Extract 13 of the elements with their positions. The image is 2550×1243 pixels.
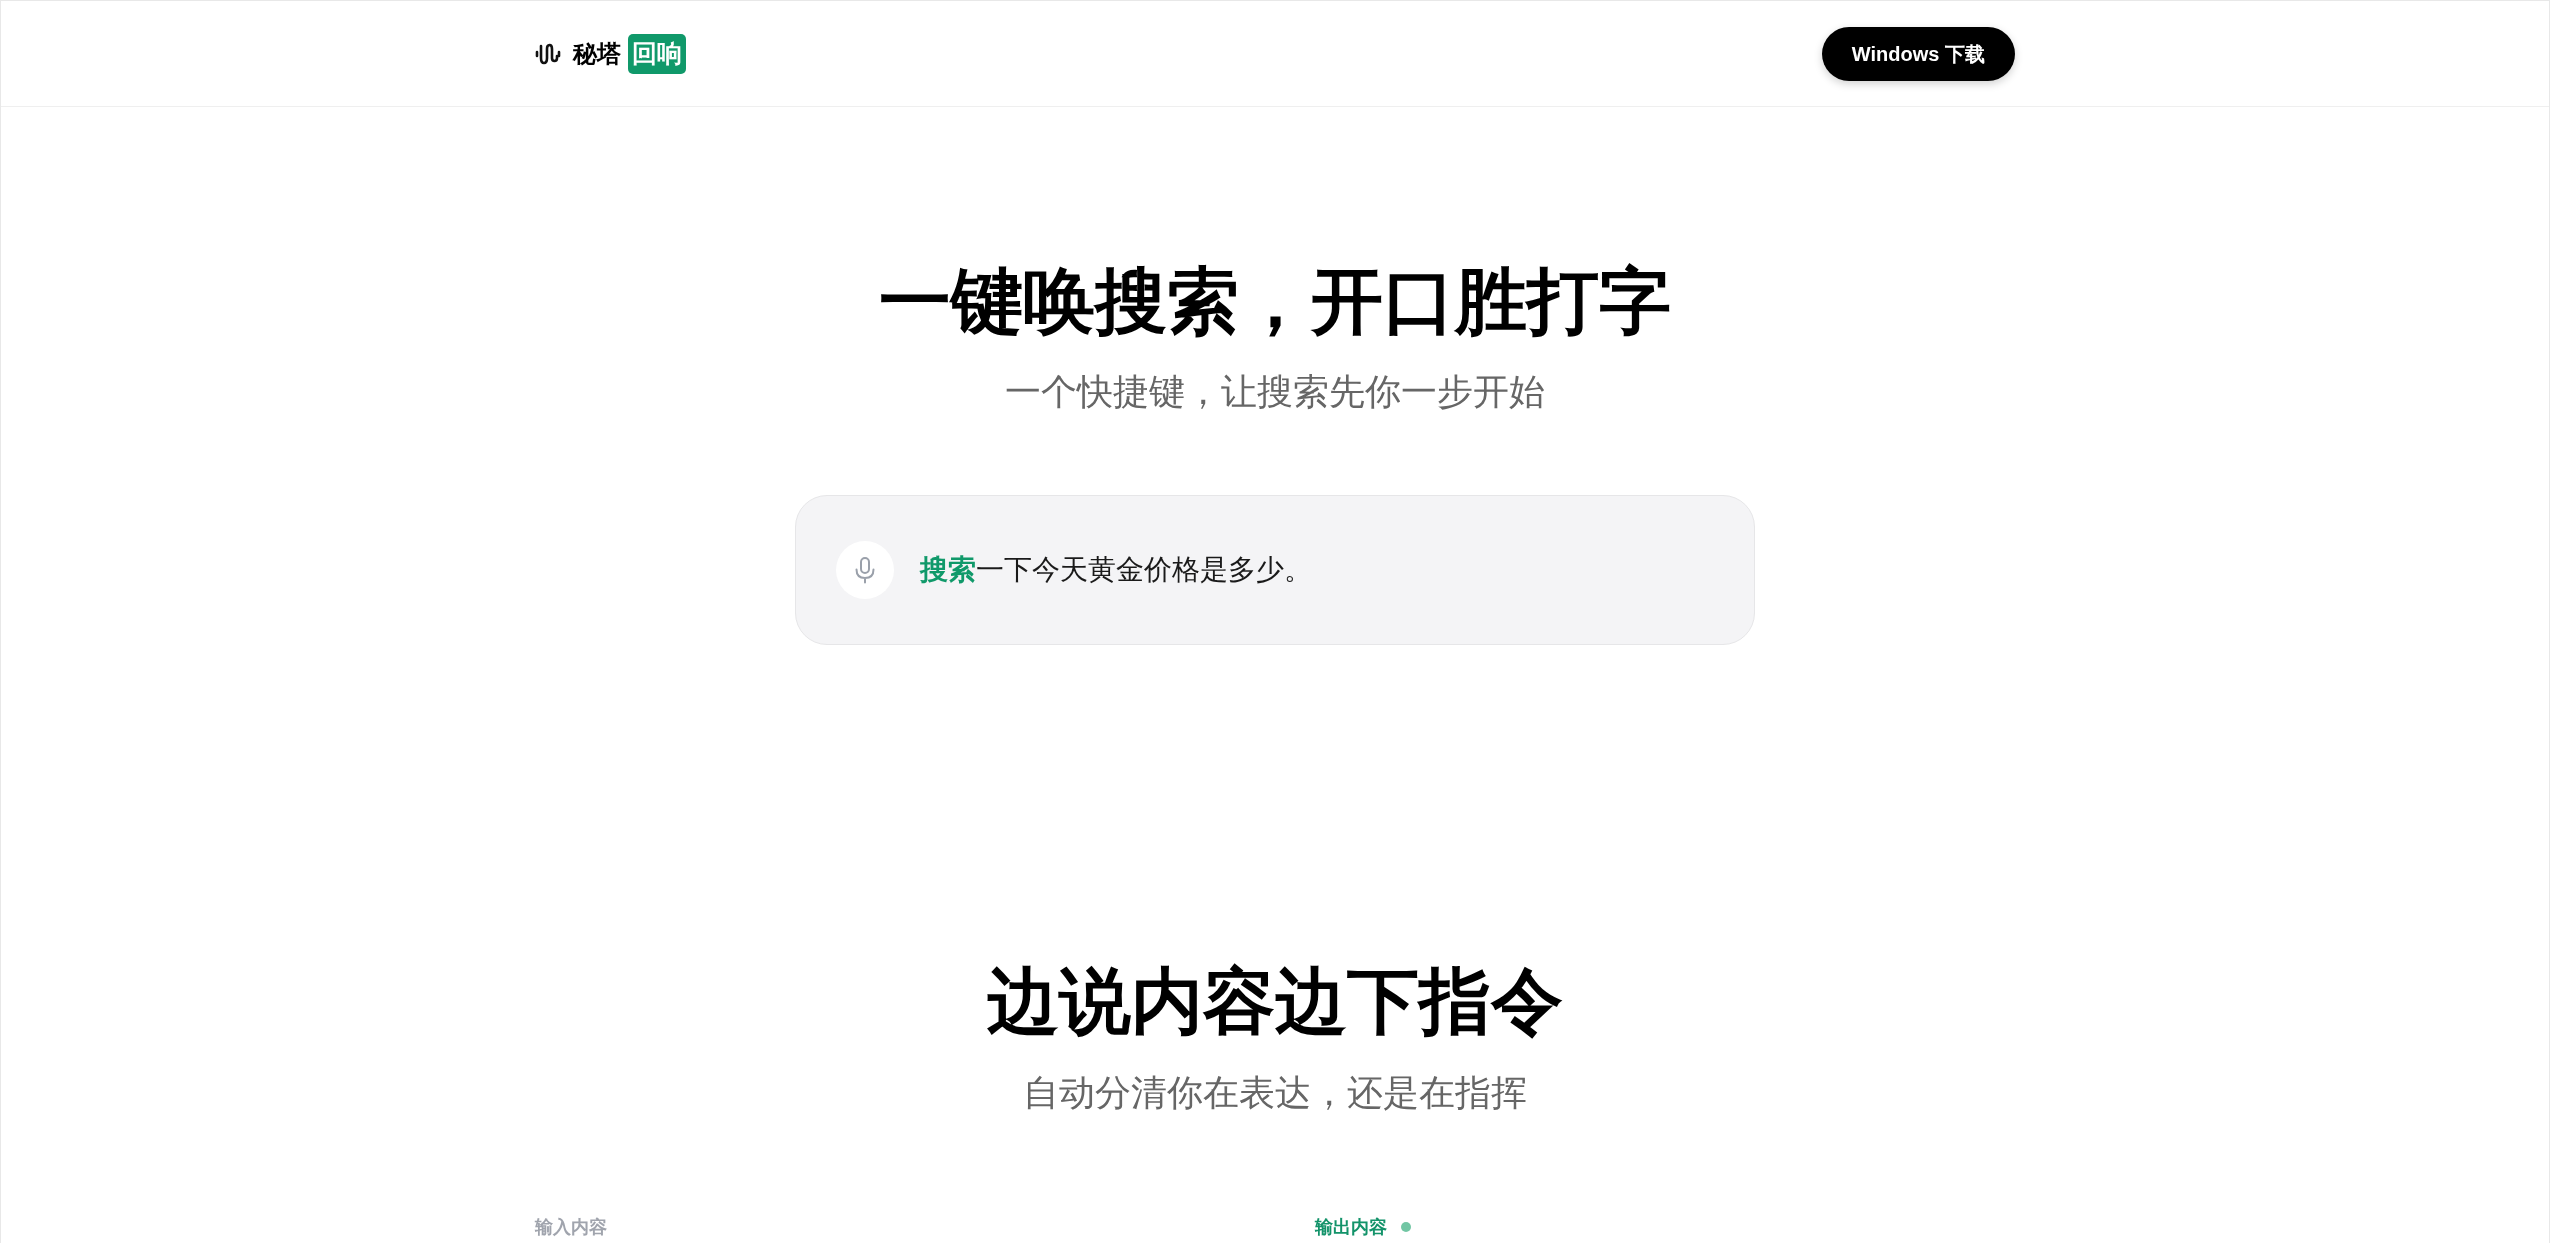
voice-transcript: 搜索一下今天黄金价格是多少。 xyxy=(920,556,1312,585)
hero-subtitle: 一个快捷键，让搜索先你一步开始 xyxy=(1005,370,1545,414)
section-heading: 边说内容边下指令 xyxy=(987,965,1563,1038)
panel-label: 输出内容 xyxy=(1315,1218,1387,1237)
sound-wave-icon xyxy=(535,42,561,65)
live-status-dot-icon xyxy=(1401,1222,1411,1233)
download-button[interactable]: Windows 下载 xyxy=(1821,26,2015,81)
logo-badge[interactable]: 回响 xyxy=(628,33,686,74)
section-subtitle: 自动分清你在表达，还是在指挥 xyxy=(1023,1071,1527,1115)
logo-text[interactable]: 秘塔 xyxy=(573,41,621,66)
panel-label: 输入内容 xyxy=(535,1218,607,1237)
microphone-icon xyxy=(836,541,894,600)
hero-heading: 一键唤搜索，开口胜打字 xyxy=(879,265,1671,337)
